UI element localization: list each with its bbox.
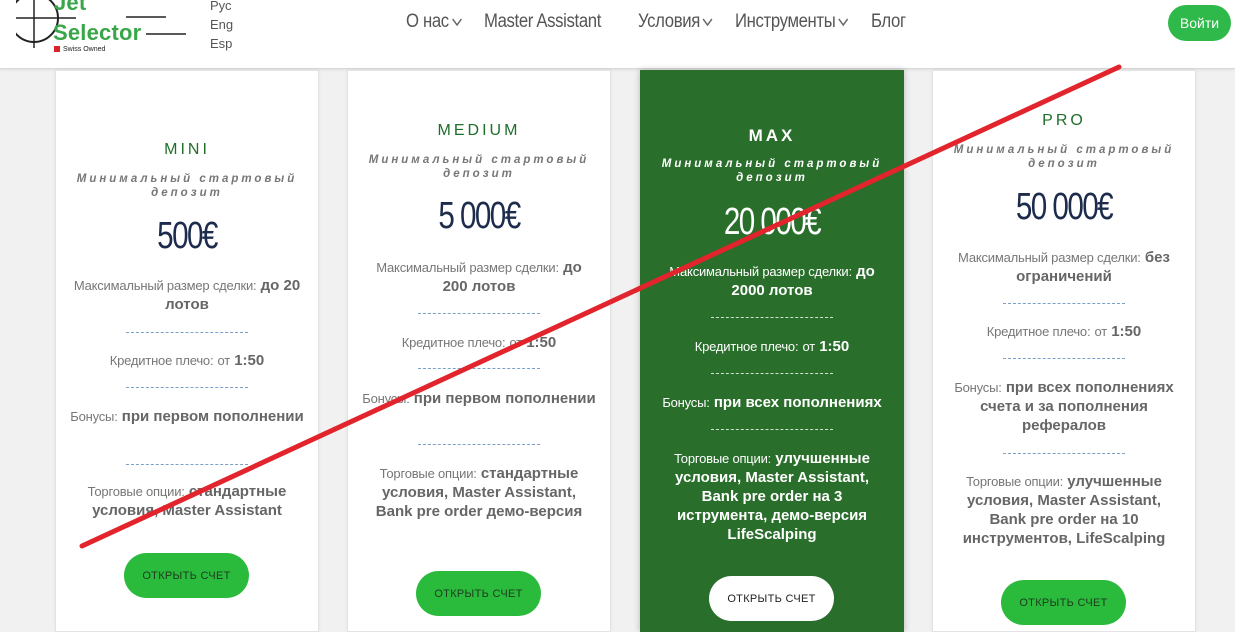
plan-card-max: MAX Минимальный стартовый депозит 20 000… <box>640 70 904 632</box>
divider <box>711 317 833 318</box>
open-account-button[interactable]: ОТКРЫТЬ СЧЕТ <box>124 553 249 598</box>
open-account-button[interactable]: ОТКРЫТЬ СЧЕТ <box>709 576 834 621</box>
divider <box>1003 358 1125 359</box>
lang-es[interactable]: Esp <box>210 34 240 53</box>
plan-name: PRO <box>1042 112 1086 129</box>
chevron-down-icon <box>838 18 849 27</box>
language-switcher: Рус Eng Esp <box>210 0 240 53</box>
plan-max-deal: Максимальный размер сделки: до 20 лотов <box>73 277 301 313</box>
site-header: Jet Selector Swiss Owned Рус Eng Esp О н… <box>0 0 1235 69</box>
divider <box>1003 303 1125 304</box>
plan-max-deal: Максимальный размер сделки: до 2000 лото… <box>669 263 875 299</box>
plan-card-mini: MINI Минимальный стартовый депозит 500€ … <box>55 70 319 632</box>
nav-blog[interactable]: Блог <box>871 9 906 35</box>
plan-leverage: Кредитное плечо: от 1:50 <box>401 334 557 351</box>
nav-label: Master Assistant <box>484 11 602 32</box>
divider <box>418 444 540 445</box>
plan-options: Торговые опции: улучшенные условия, Mast… <box>962 473 1166 547</box>
plan-leverage: Кредитное плечо: от 1:50 <box>694 338 850 355</box>
plan-leverage: Кредитное плечо: от 1:50 <box>986 323 1142 340</box>
plan-bonus: Бонусы: при первом пополнении <box>362 390 596 407</box>
plan-name: MINI <box>164 141 210 158</box>
plan-price: 5 000€ <box>438 195 521 237</box>
plan-subtitle: Минимальный стартовый депозит <box>368 154 590 180</box>
divider <box>418 313 540 314</box>
logo-text-line2: Selector <box>53 20 142 45</box>
divider <box>418 368 540 369</box>
plan-bonus: Бонусы: при всех пополнениях <box>662 394 882 411</box>
plan-bonus: Бонусы: при всех пополнениях счета и за … <box>954 379 1174 434</box>
nav-master-assistant[interactable]: Master Assistant <box>484 9 601 35</box>
nav-instruments[interactable]: Инструменты <box>735 9 849 35</box>
plan-name: MAX <box>748 126 796 145</box>
logo-text-line1: Jet <box>54 0 87 15</box>
nav-conditions[interactable]: Условия <box>638 9 714 35</box>
login-button[interactable]: Войти <box>1168 5 1231 41</box>
plan-price: 20 000€ <box>723 201 822 243</box>
plan-bonus: Бонусы: при первом пополнении <box>70 408 304 425</box>
lang-ru[interactable]: Рус <box>210 0 240 15</box>
plan-options: Торговые опции: улучшенные условия, Mast… <box>674 450 870 543</box>
swiss-flag-icon <box>54 46 60 52</box>
plan-name: MEDIUM <box>437 122 521 139</box>
plan-options: Торговые опции: стандартные условия, Mas… <box>375 465 583 520</box>
plan-leverage: Кредитное плечо: от 1:50 <box>109 352 265 369</box>
nav-label: Инструменты <box>735 11 836 32</box>
nav-about[interactable]: О нас <box>406 9 463 35</box>
plan-card-medium: MEDIUM Минимальный стартовый депозит 5 0… <box>347 70 611 632</box>
plan-subtitle: Минимальный стартовый депозит <box>661 158 883 184</box>
divider <box>126 332 248 333</box>
divider <box>711 373 833 374</box>
nav-label: Блог <box>871 11 906 32</box>
plan-price: 50 000€ <box>1015 186 1114 228</box>
divider <box>1003 453 1125 454</box>
logo-tagline: Swiss Owned <box>54 46 105 53</box>
open-account-button[interactable]: ОТКРЫТЬ СЧЕТ <box>416 571 541 616</box>
chevron-down-icon <box>451 18 462 27</box>
divider <box>126 464 248 465</box>
divider <box>126 387 248 388</box>
chevron-down-icon <box>702 18 713 27</box>
divider <box>711 429 833 430</box>
plan-options: Торговые опции: стандартные условия, Mas… <box>87 483 287 519</box>
plan-subtitle: Минимальный стартовый депозит <box>76 173 298 199</box>
plan-card-pro: PRO Минимальный стартовый депозит 50 000… <box>932 70 1196 632</box>
plan-max-deal: Максимальный размер сделки: до 200 лотов <box>376 259 582 295</box>
nav-label: Условия <box>638 11 700 32</box>
plan-max-deal: Максимальный размер сделки: без ограниче… <box>958 249 1170 285</box>
lang-en[interactable]: Eng <box>210 15 240 34</box>
plan-price: 500€ <box>157 215 218 257</box>
nav-label: О нас <box>406 11 449 32</box>
open-account-button[interactable]: ОТКРЫТЬ СЧЕТ <box>1001 580 1126 625</box>
logo[interactable]: Jet Selector Swiss Owned <box>16 0 196 62</box>
plan-subtitle: Минимальный стартовый депозит <box>953 144 1175 170</box>
